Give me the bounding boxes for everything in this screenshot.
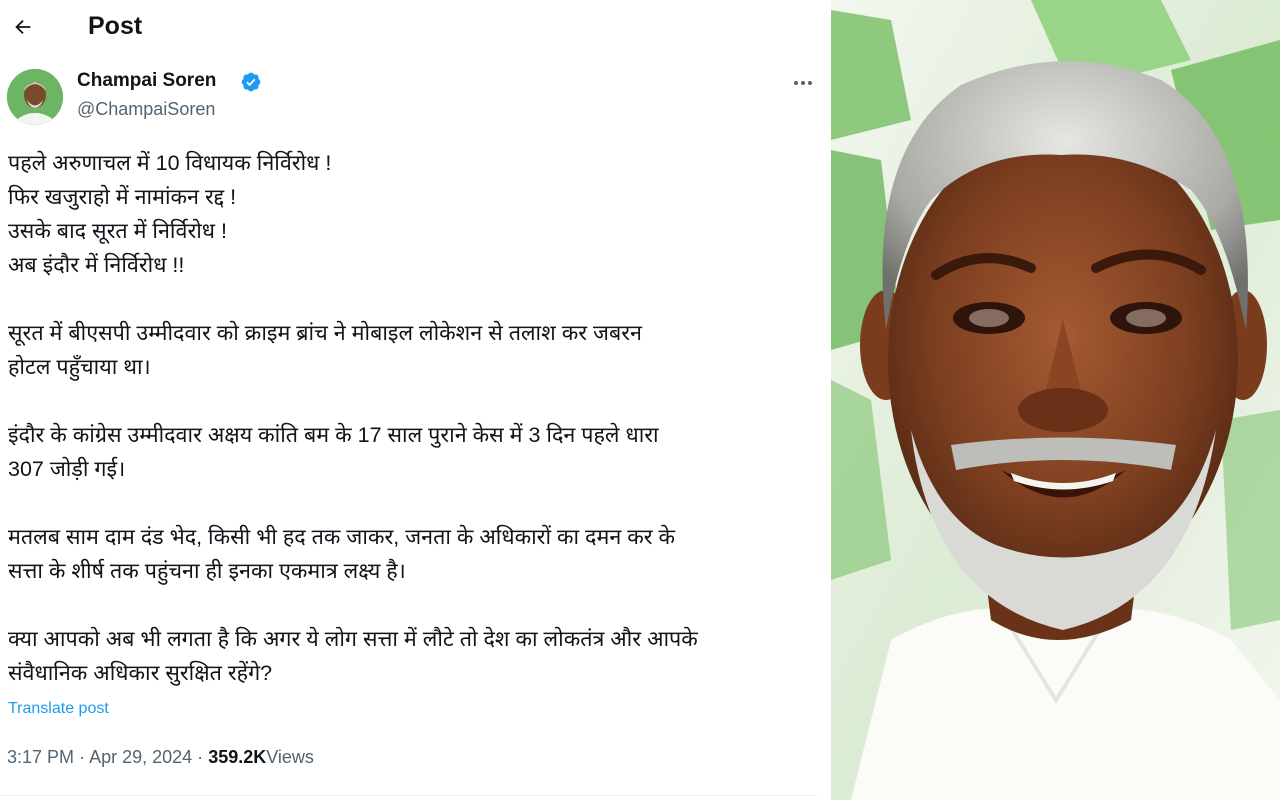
portrait-photo <box>831 0 1280 800</box>
post-text: पहले अरुणाचल में 10 विधायक निर्विरोध ! फ… <box>8 146 824 690</box>
attached-photo[interactable] <box>831 0 1280 800</box>
post-line: पहले अरुणाचल में 10 विधायक निर्विरोध ! <box>8 151 332 175</box>
post-line: मतलब साम दाम दंड भेद, किसी भी हद तक जाकर… <box>8 525 676 549</box>
post-line: सूरत में बीएसपी उम्मीदवार को क्राइम ब्रा… <box>8 321 642 345</box>
verified-badge-icon <box>241 72 261 92</box>
post-time[interactable]: 3:17 PM <box>7 747 74 767</box>
views-count: 359.2K <box>208 747 267 767</box>
post-line: होटल पहुँचाया था। <box>8 355 151 379</box>
post-line: फिर खजुराहो में नामांकन रद्द ! <box>8 185 237 209</box>
more-dot-icon <box>808 81 812 85</box>
meta-separator: · <box>79 747 86 767</box>
meta-separator: · <box>197 747 204 767</box>
more-options-button[interactable] <box>788 68 818 98</box>
post-line: क्या आपको अब भी लगता है कि अगर ये लोग सत… <box>8 627 698 651</box>
post-panel: Post Champai Soren @ChampaiSoren पहले अर… <box>0 0 830 800</box>
more-dot-icon <box>801 81 805 85</box>
page-title: Post <box>88 12 143 40</box>
back-button[interactable] <box>8 12 38 42</box>
post-date[interactable]: Apr 29, 2024 <box>89 747 192 767</box>
top-bar: Post <box>0 0 830 56</box>
post-line: सत्ता के शीर्ष तक पहुंचना ही इनका एकमात्… <box>8 559 406 583</box>
avatar[interactable] <box>7 69 63 125</box>
post-line: अब इंदौर में निर्विरोध !! <box>8 253 185 277</box>
post-line: संवैधानिक अधिकार सुरक्षित रहेंगे? <box>8 661 273 685</box>
author-name[interactable]: Champai Soren <box>77 70 216 92</box>
author-handle[interactable]: @ChampaiSoren <box>77 99 215 120</box>
post-line: उसके बाद सूरत में निर्विरोध ! <box>8 219 227 243</box>
divider <box>0 795 818 796</box>
avatar-image <box>7 69 63 125</box>
post-meta: 3:17 PM · Apr 29, 2024 · 359.2KViews <box>7 747 314 768</box>
translate-post-link[interactable]: Translate post <box>8 700 109 718</box>
post-line: इंदौर के कांग्रेस उम्मीदवार अक्षय कांति … <box>8 423 659 447</box>
views-label: Views <box>266 747 314 767</box>
more-dot-icon <box>794 81 798 85</box>
arrow-left-icon <box>15 19 31 35</box>
post-line: 307 जोड़ी गई। <box>8 457 126 481</box>
